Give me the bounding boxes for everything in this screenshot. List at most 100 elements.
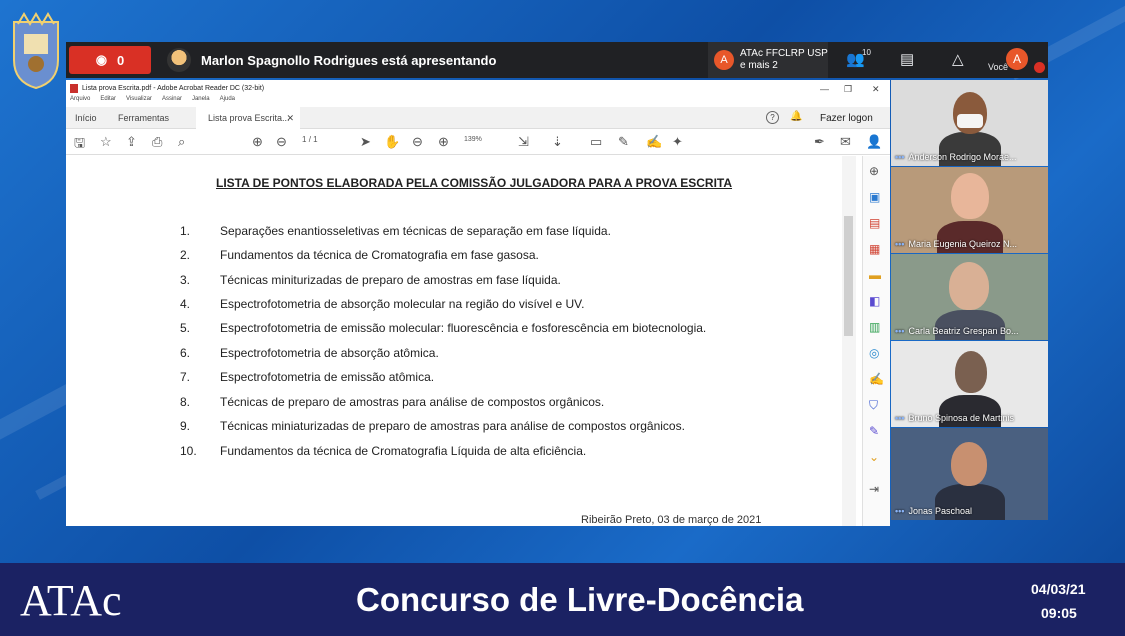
fill-sign-icon[interactable]: ✒ <box>814 134 825 150</box>
comment-icon[interactable]: ▭ <box>590 134 602 150</box>
item-number: 7. <box>180 370 191 384</box>
organize-icon[interactable]: ▥ <box>869 320 880 334</box>
participant-tile[interactable]: ••• Jonas Paschoal <box>891 428 1048 520</box>
zoom-in-icon[interactable]: ⊕ <box>438 134 449 150</box>
item-number: 2. <box>180 248 191 262</box>
participant-name: ••• Bruno Spinosa de Martinis <box>895 413 1014 423</box>
pdf-file-icon <box>70 83 78 93</box>
participant-name-text: Anderson Rodrigo Morae... <box>908 152 1017 162</box>
host-chip[interactable]: A ATAc FFCLRP USP e mais 2 <box>708 42 828 78</box>
menu-item[interactable]: Editar <box>100 96 116 107</box>
sign-tool-icon[interactable]: ✍ <box>869 372 884 386</box>
search-icon[interactable]: ⌕ <box>178 134 185 150</box>
host-avatar: A <box>714 50 734 70</box>
stamp-icon[interactable]: ✦ <box>672 134 683 150</box>
protect-icon[interactable]: ⛉ <box>869 398 878 413</box>
maximize-icon[interactable]: ❐ <box>844 84 852 95</box>
list-item: 10. Fundamentos da técnica de Cromatograf… <box>180 444 586 458</box>
combine-icon[interactable]: ◧ <box>869 294 880 308</box>
participant-tile[interactable]: ••• Maria Eugenia Queiroz N... <box>891 167 1048 253</box>
share-user-icon[interactable]: 👤 <box>866 134 882 150</box>
menu-item[interactable]: Janela <box>192 96 210 107</box>
participant-name-text: Carla Beatriz Grespan Bo... <box>908 326 1019 336</box>
email-icon[interactable]: ✉ <box>840 134 851 150</box>
zoom-select[interactable]: 139% <box>464 136 482 143</box>
event-date: 04/03/21 <box>1031 581 1086 597</box>
page-indicator[interactable]: 1 / 1 <box>302 135 318 144</box>
tools-side-panel: ⊕ ▣ ▤ ▦ ▬ ◧ ▥ ◎ ✍ ⛉ ✎ ⌄ ⇥ <box>862 156 890 526</box>
zoom-icon[interactable]: ⊕ <box>869 164 879 178</box>
atac-logo: ATAc <box>20 576 122 625</box>
participant-tile[interactable]: ••• Carla Beatriz Grespan Bo... <box>891 254 1048 340</box>
select-cursor-icon[interactable]: ➤ <box>360 134 371 150</box>
zoom-out-icon[interactable]: ⊖ <box>412 134 423 150</box>
participant-tile[interactable]: ••• Bruno Spinosa de Martinis <box>891 341 1048 427</box>
self-avatar[interactable]: A <box>1006 48 1028 70</box>
acrobat-title-bar: Lista prova Escrita.pdf - Adobe Acrobat … <box>66 80 890 96</box>
help-icon[interactable]: ? <box>766 111 779 124</box>
chat-icon[interactable]: ▤ <box>900 50 914 68</box>
participant-name-text: Jonas Paschoal <box>908 506 972 516</box>
vertical-scrollbar[interactable] <box>842 156 856 526</box>
page-up-icon[interactable]: ⊕ <box>252 134 263 150</box>
list-item: 7. Espectrofotometria de emissão atômica. <box>180 370 434 384</box>
page-down-icon[interactable]: ⊖ <box>276 134 287 150</box>
list-item: 8. Técnicas de preparo de amostras para a… <box>180 395 604 409</box>
fit-page-icon[interactable]: ⇲ <box>518 134 529 150</box>
page-total: / 1 <box>308 135 318 144</box>
more-tools-icon[interactable]: ⌄ <box>869 450 879 464</box>
tab-tools[interactable]: Ferramentas <box>118 113 169 123</box>
participant-name: ••• Maria Eugenia Queiroz N... <box>895 239 1017 249</box>
close-icon[interactable]: ✕ <box>872 84 880 95</box>
host-name: ATAc FFCLRP USP <box>740 48 828 59</box>
item-text: Espectrofotometria de absorção atômica. <box>220 346 439 360</box>
people-count: 10 <box>862 48 871 57</box>
menu-item[interactable]: Assinar <box>162 96 182 107</box>
bookmark-star-icon[interactable]: ☆ <box>100 134 112 150</box>
menu-item[interactable]: Visualizar <box>126 96 152 107</box>
print-icon[interactable]: ⎙ <box>152 134 162 150</box>
tab-home[interactable]: Início <box>75 113 97 123</box>
save-icon[interactable]: 🖫 <box>74 134 85 156</box>
item-text: Fundamentos da técnica de Cromatografia … <box>220 444 587 458</box>
tab-document[interactable]: Lista prova Escrita... ✕ <box>196 107 300 129</box>
item-text: Técnicas de preparo de amostras para aná… <box>220 395 605 409</box>
audio-level-icon: ••• <box>895 413 905 423</box>
item-text: Técnicas miniturizadas de preparo de amo… <box>220 273 561 287</box>
menu-item[interactable]: Ajuda <box>220 96 235 107</box>
hand-icon[interactable]: ✋ <box>384 134 400 150</box>
create-pdf-icon[interactable]: ▤ <box>869 216 880 230</box>
sign-icon[interactable]: ✍ <box>646 134 662 150</box>
minimize-icon[interactable]: — <box>820 84 829 94</box>
participant-face <box>951 442 987 486</box>
tab-close-icon[interactable]: ✕ <box>286 113 294 124</box>
edit-pdf-icon[interactable]: ▦ <box>869 242 880 256</box>
export-pdf-icon[interactable]: ▣ <box>869 190 880 204</box>
scrollbar-thumb[interactable] <box>844 216 853 336</box>
bell-icon[interactable]: 🔔 <box>790 111 802 122</box>
participant-name: ••• Anderson Rodrigo Morae... <box>895 152 1017 162</box>
collapse-panel-icon[interactable]: ⇥ <box>869 482 879 496</box>
item-text: Espectrofotometria de emissão atômica. <box>220 370 435 384</box>
menu-bar: Arquivo Editar Visualizar Assinar Janela… <box>66 96 890 107</box>
fill-tool-icon[interactable]: ✎ <box>869 424 879 438</box>
toolbar: 🖫 ☆ ⇪ ⎙ ⌕ ⊕ ⊖ 1 / 1 ➤ ✋ ⊖ ⊕ 139% ⇲ ⇣ ▭ ✎… <box>66 129 890 155</box>
upload-icon[interactable]: ⇪ <box>126 134 137 150</box>
document-footer: Ribeirão Preto, 03 de março de 2021 <box>581 514 762 526</box>
activities-icon[interactable]: △ <box>952 50 964 68</box>
page-current[interactable]: 1 <box>302 135 306 144</box>
menu-item[interactable]: Arquivo <box>70 96 90 107</box>
highlight-pen-icon[interactable]: ✎ <box>618 134 629 150</box>
eye-icon: ◉ <box>95 52 108 67</box>
scroll-mode-icon[interactable]: ⇣ <box>552 134 563 150</box>
login-button[interactable]: Fazer logon <box>820 113 873 124</box>
participant-tile[interactable]: ••• Anderson Rodrigo Morae... <box>891 80 1048 166</box>
audio-level-icon: ••• <box>895 152 905 162</box>
list-item: 4. Espectrofotometria de absorção molecul… <box>180 297 584 311</box>
scan-icon[interactable]: ◎ <box>869 346 879 360</box>
viewer-count-badge[interactable]: ◉ 0 <box>69 46 151 74</box>
tab-bar: Início Ferramentas Lista prova Escrita..… <box>66 107 890 129</box>
list-item: 6. Espectrofotometria de absorção atômica… <box>180 346 439 360</box>
comment-tool-icon[interactable]: ▬ <box>869 268 881 282</box>
participant-face <box>955 351 987 393</box>
